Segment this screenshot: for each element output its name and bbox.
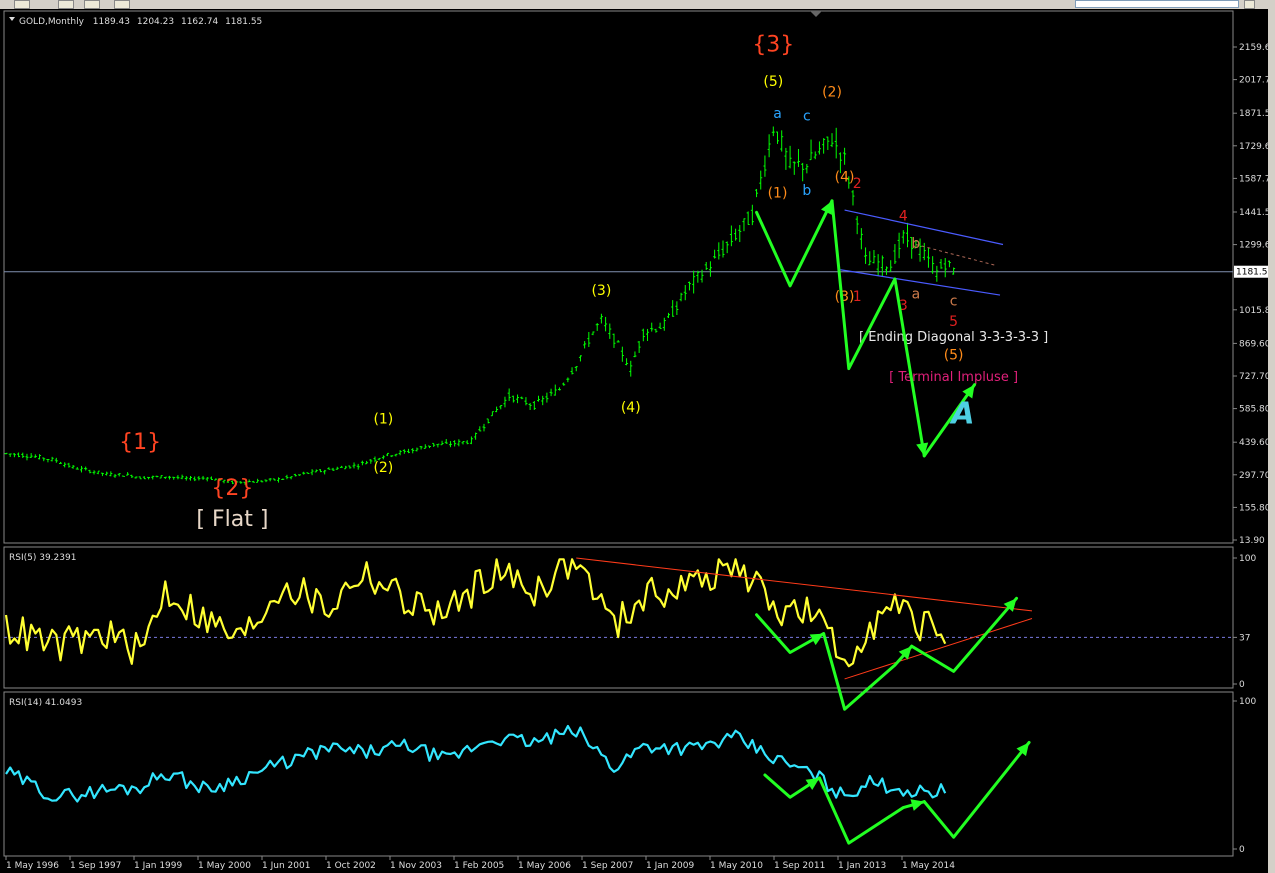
rsi-tick-label: 0 (1239, 680, 1245, 690)
x-tick-label: 1 May 2014 (902, 861, 955, 871)
wave-label: {2} (211, 476, 253, 501)
wave-label: [ Terminal Impluse ] (889, 370, 1018, 385)
svg-text:GOLD,Monthly 1189.43 1: GOLD,Monthly 1189.43 1204.23 1162.74 118… (19, 17, 262, 27)
y-tick-label: 1441.50 (1239, 208, 1268, 218)
wave-label: {3} (752, 33, 794, 58)
y-tick-label: 1729.60 (1239, 142, 1268, 152)
rsi-tick-label: 37 (1239, 633, 1250, 643)
x-tick-label: 1 May 1996 (6, 861, 59, 871)
y-tick-label: 1587.70 (1239, 174, 1268, 184)
wave-label: (1) (373, 412, 393, 428)
x-tick-label: 1 Sep 2011 (774, 861, 825, 871)
star-icon[interactable] (58, 0, 74, 9)
scroll-up-icon[interactable] (1244, 0, 1255, 9)
square-icon[interactable] (114, 0, 130, 9)
search-input[interactable] (1075, 0, 1239, 8)
wave-label: (2) (373, 460, 393, 476)
x-tick-label: 1 Jan 2013 (838, 861, 886, 871)
x-tick-label: 1 Jan 2009 (646, 861, 694, 871)
save-icon[interactable] (84, 0, 100, 9)
wave-label: 5 (949, 314, 958, 330)
ohlc-open: 1189.43 (93, 17, 130, 27)
y-tick-label: 2017.70 (1239, 76, 1268, 86)
x-tick-label: 1 Sep 1997 (70, 861, 121, 871)
current-price-label: 1181.55 (1236, 268, 1268, 278)
wave-label: [ Flat ] (196, 507, 268, 532)
wave-label: b (802, 183, 811, 199)
x-tick-label: 1 Jun 2001 (262, 861, 310, 871)
y-tick-label: 155.80 (1239, 503, 1268, 513)
y-tick-label: 869.60 (1239, 339, 1268, 349)
y-tick-label: 2159.60 (1239, 43, 1268, 53)
main-title: GOLD,Monthly (19, 17, 85, 27)
rsi-tick-label: 100 (1239, 697, 1256, 707)
toolbar (0, 0, 1275, 9)
rsi14-title: RSI(14) 41.0493 (9, 698, 82, 708)
wave-label: c (803, 108, 811, 124)
x-tick-label: 1 Feb 2005 (454, 861, 504, 871)
wave-label: {1} (119, 430, 161, 455)
y-tick-label: 585.80 (1239, 405, 1268, 415)
wave-label: (5) (763, 74, 783, 90)
x-tick-label: 1 Sep 2007 (582, 861, 633, 871)
stylized-A-logo-icon: A (949, 397, 974, 432)
wave-label: (3) (835, 289, 855, 305)
wave-label: (1) (768, 185, 788, 201)
y-tick-label: 1299.60 (1239, 241, 1268, 251)
wave-label: 1 (853, 289, 862, 305)
x-tick-label: 1 Jan 1999 (134, 861, 182, 871)
x-tick-label: 1 May 2000 (198, 861, 251, 871)
wave-label: [ Ending Diagonal 3-3-3-3-3 ] (859, 330, 1048, 345)
wave-label: (2) (822, 84, 842, 100)
y-tick-label: 297.70 (1239, 471, 1268, 481)
x-tick-label: 1 Nov 2003 (390, 861, 442, 871)
rsi5-title: RSI(5) 39.2391 (9, 553, 76, 563)
scrollbar[interactable] (1268, 9, 1275, 873)
y-tick-label: 1871.50 (1239, 109, 1268, 119)
chart-area: 2159.60 2017.70 1871.50 1729.60 1587.70 1441.… (0, 9, 1268, 873)
wave-label: 2 (853, 176, 862, 192)
ohlc-low: 1162.74 (181, 17, 218, 27)
y-tick-label: 439.60 (1239, 438, 1268, 448)
x-tick-label: 1 May 2006 (518, 861, 571, 871)
wave-label: (3) (591, 283, 611, 299)
wave-label: (5) (944, 347, 964, 363)
wave-label: (4) (621, 400, 641, 416)
y-tick-label: 1015.80 (1239, 306, 1268, 316)
wave-label: (4) (835, 169, 855, 185)
x-tick-label: 1 May 2010 (710, 861, 763, 871)
wave-label: a (773, 106, 782, 122)
rsi-tick-label: 100 (1239, 554, 1256, 564)
y-tick-label: 727.70 (1239, 372, 1268, 382)
wave-label: a (912, 286, 921, 302)
rsi-tick-label: 0 (1239, 845, 1245, 855)
green-arrow-icon[interactable] (14, 0, 30, 9)
wave-label: c (950, 293, 958, 309)
ohlc-high: 1204.23 (137, 17, 174, 27)
wave-label: b (911, 236, 920, 252)
x-tick-label: 1 Oct 2002 (326, 861, 376, 871)
y-tick-label: 13.90 (1239, 536, 1265, 546)
ohlc-close: 1181.55 (225, 17, 262, 27)
wave-label: 4 (899, 208, 908, 224)
